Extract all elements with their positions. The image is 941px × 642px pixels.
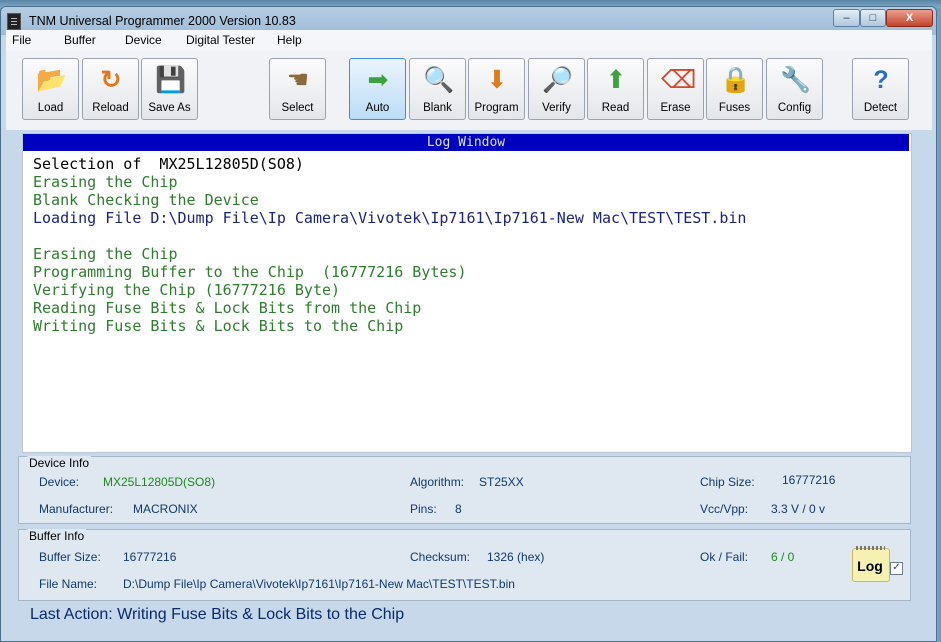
buffer-size-label: Buffer Size:: [39, 550, 101, 564]
file-name-label: File Name:: [39, 577, 98, 591]
detect-label: Detect: [863, 102, 898, 114]
auto-button[interactable]: ➡ Auto: [349, 58, 406, 120]
toolbar: 📂 Load ↻ Reload 💾 Save As ☚ Select ➡ Aut…: [6, 50, 932, 130]
reload-label: Reload: [92, 102, 129, 114]
maximize-button[interactable]: □: [860, 9, 886, 27]
select-label: Select: [281, 102, 314, 114]
arrow-right-icon: ➡: [367, 66, 389, 94]
last-action-status: Last Action: Writing Fuse Bits & Lock Bi…: [30, 606, 405, 623]
log-window[interactable]: Log Window Selection of MX25L12805D(SO8)…: [22, 133, 912, 453]
load-label: Load: [37, 102, 64, 114]
read-label: Read: [601, 102, 630, 114]
menu-help[interactable]: Help: [277, 33, 302, 47]
buffer-info-group: Buffer Info Buffer Size: 16777216 Checks…: [18, 529, 911, 601]
minimize-button[interactable]: –: [833, 9, 860, 27]
menu-bar: File Buffer Device Digital Tester Help: [6, 30, 932, 51]
eraser-icon: ⌫: [661, 66, 697, 94]
close-button[interactable]: X: [886, 9, 933, 27]
config-label: Config: [777, 102, 812, 114]
padlock-icon: 🔒: [720, 66, 752, 94]
floppy-icon: 💾: [155, 66, 187, 94]
log-line: Selection of MX25L12805D(SO8): [33, 155, 304, 173]
vcc-value: 3.3 V / 0 v: [771, 502, 826, 516]
buffer-size-value: 16777216: [123, 550, 177, 564]
blank-label: Blank: [423, 102, 452, 114]
chip-size-label: Chip Size:: [700, 475, 755, 489]
erase-label: Erase: [660, 102, 691, 114]
log-window-header: Log Window: [23, 134, 909, 151]
ok-fail-label: Ok / Fail:: [700, 550, 749, 564]
algorithm-label: Algorithm:: [410, 475, 465, 489]
verify-button[interactable]: 🔎 Verify: [528, 58, 585, 120]
log-checkbox[interactable]: ✓: [890, 562, 903, 575]
ok-fail-value: 6 / 0: [771, 550, 795, 564]
log-line: Loading File D:\Dump File\Ip Camera\Vivo…: [33, 209, 747, 227]
log-toggle-label[interactable]: Log: [852, 558, 888, 574]
verify-magnifier-icon: 🔎: [542, 66, 574, 94]
log-line: Erasing the Chip: [33, 245, 178, 263]
algorithm-value: ST25XX: [479, 475, 524, 489]
device-info-title: Device Info: [27, 456, 92, 470]
detect-button[interactable]: ? Detect: [852, 58, 909, 120]
erase-button[interactable]: ⌫ Erase: [647, 58, 704, 120]
chip-question-icon: ?: [873, 66, 889, 94]
menu-file[interactable]: File: [12, 33, 31, 47]
checksum-label: Checksum:: [410, 550, 471, 564]
chip-size-value: 16777216: [782, 473, 836, 487]
blank-button[interactable]: 🔍 Blank: [409, 58, 466, 120]
pins-value: 8: [455, 502, 462, 516]
select-button[interactable]: ☚ Select: [269, 58, 326, 120]
magnifier-icon: 🔍: [423, 66, 455, 94]
save-as-button[interactable]: 💾 Save As: [141, 58, 198, 120]
load-button[interactable]: 📂 Load: [22, 58, 79, 120]
menu-buffer[interactable]: Buffer: [64, 33, 96, 47]
manufacturer-label: Manufacturer:: [39, 502, 114, 516]
fuses-button[interactable]: 🔒 Fuses: [706, 58, 763, 120]
window-title: TNM Universal Programmer 2000 Version 10…: [29, 14, 296, 28]
download-arrow-icon: ⬇: [486, 66, 508, 94]
read-arrow-icon: ⬆: [605, 66, 627, 94]
file-name-value: D:\Dump File\Ip Camera\Vivotek\Ip7161\Ip…: [123, 577, 515, 591]
save-as-label: Save As: [148, 102, 191, 114]
log-line: Programming Buffer to the Chip (16777216…: [33, 263, 467, 281]
log-lines: Selection of MX25L12805D(SO8) Erasing the…: [33, 155, 746, 335]
menu-digital-tester[interactable]: Digital Tester: [186, 33, 255, 47]
device-value: MX25L12805D(SO8): [103, 475, 216, 489]
verify-label: Verify: [542, 102, 571, 114]
log-line: Blank Checking the Device: [33, 191, 259, 209]
program-label: Program: [474, 102, 519, 114]
device-info-group: Device Info Device: MX25L12805D(SO8) Alg…: [18, 456, 911, 524]
reload-button[interactable]: ↻ Reload: [82, 58, 139, 120]
log-line: Erasing the Chip: [33, 173, 178, 191]
reload-icon: ↻: [100, 66, 122, 94]
auto-label: Auto: [365, 102, 390, 114]
app-icon: [7, 13, 21, 30]
pins-label: Pins:: [410, 502, 437, 516]
manufacturer-value: MACRONIX: [133, 502, 198, 516]
buffer-info-title: Buffer Info: [27, 529, 87, 543]
fuses-label: Fuses: [718, 102, 751, 114]
log-line: Reading Fuse Bits & Lock Bits from the C…: [33, 299, 422, 317]
read-button[interactable]: ⬆ Read: [587, 58, 644, 120]
config-button[interactable]: 🔧 Config: [766, 58, 823, 120]
log-line: Verifying the Chip (16777216 Byte): [33, 281, 341, 299]
log-line: Writing Fuse Bits & Lock Bits to the Chi…: [33, 317, 404, 335]
folder-open-icon: 📂: [36, 66, 68, 94]
vcc-label: Vcc/Vpp:: [700, 502, 749, 516]
device-label: Device:: [39, 475, 80, 489]
tools-icon: 🔧: [780, 66, 812, 94]
menu-device[interactable]: Device: [125, 33, 162, 47]
checksum-value: 1326 (hex): [487, 550, 545, 564]
chip-select-icon: ☚: [286, 66, 310, 94]
program-button[interactable]: ⬇ Program: [468, 58, 525, 120]
